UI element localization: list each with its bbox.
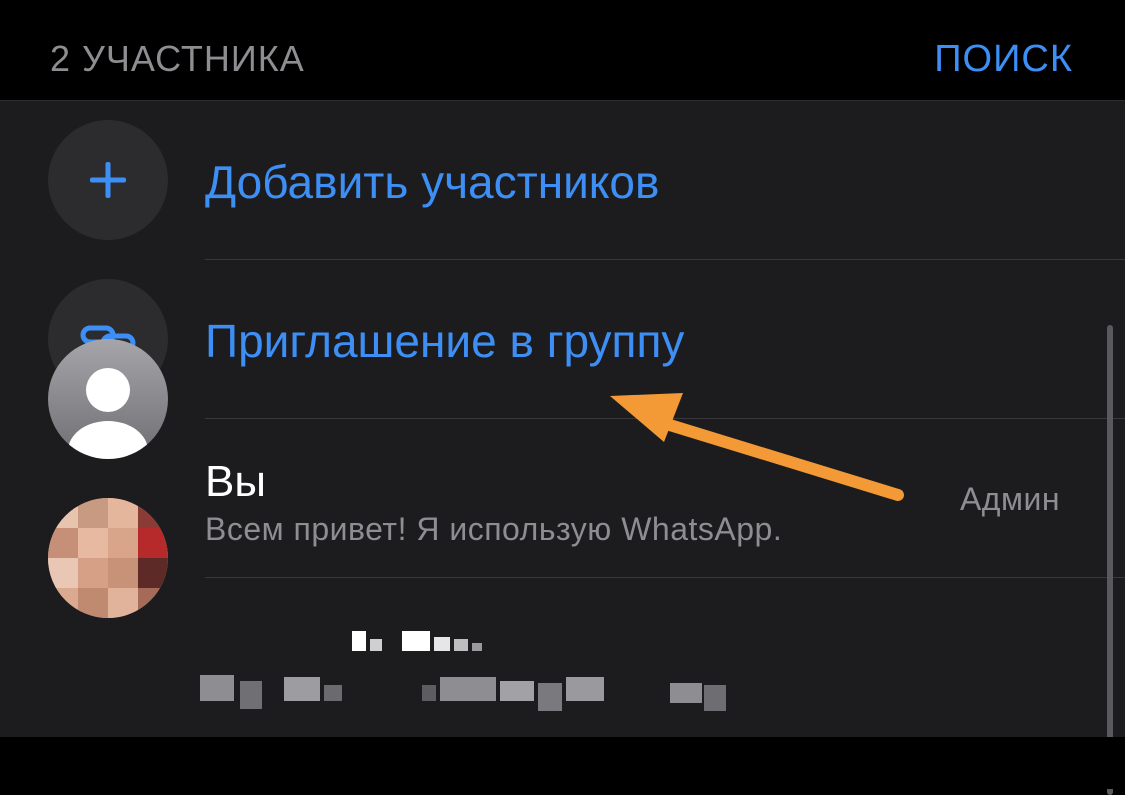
bottom-area: [0, 737, 1125, 789]
pixelated-member-info: [200, 631, 726, 711]
member-avatar-pixelated: [48, 498, 168, 618]
scrollbar[interactable]: [1107, 325, 1113, 795]
add-participants-label: Добавить участников: [205, 156, 660, 208]
participants-count: 2 УЧАСТНИКА: [50, 38, 305, 79]
group-info-header: 2 УЧАСТНИКА ПОИСК: [0, 0, 1125, 101]
member-name: Вы: [205, 457, 266, 506]
plus-icon: [48, 120, 168, 240]
invite-link-row[interactable]: Приглашение в группу: [0, 260, 1125, 419]
member-row-you[interactable]: [0, 419, 1125, 578]
invite-link-label: Приглашение в группу: [205, 315, 685, 367]
default-person-icon: [48, 339, 168, 459]
add-participants-row[interactable]: Добавить участников: [0, 101, 1125, 260]
member-status: Всем привет! Я использую WhatsApp.: [205, 511, 783, 547]
admin-badge: Админ: [959, 481, 1060, 517]
search-button[interactable]: ПОИСК: [934, 38, 1073, 81]
